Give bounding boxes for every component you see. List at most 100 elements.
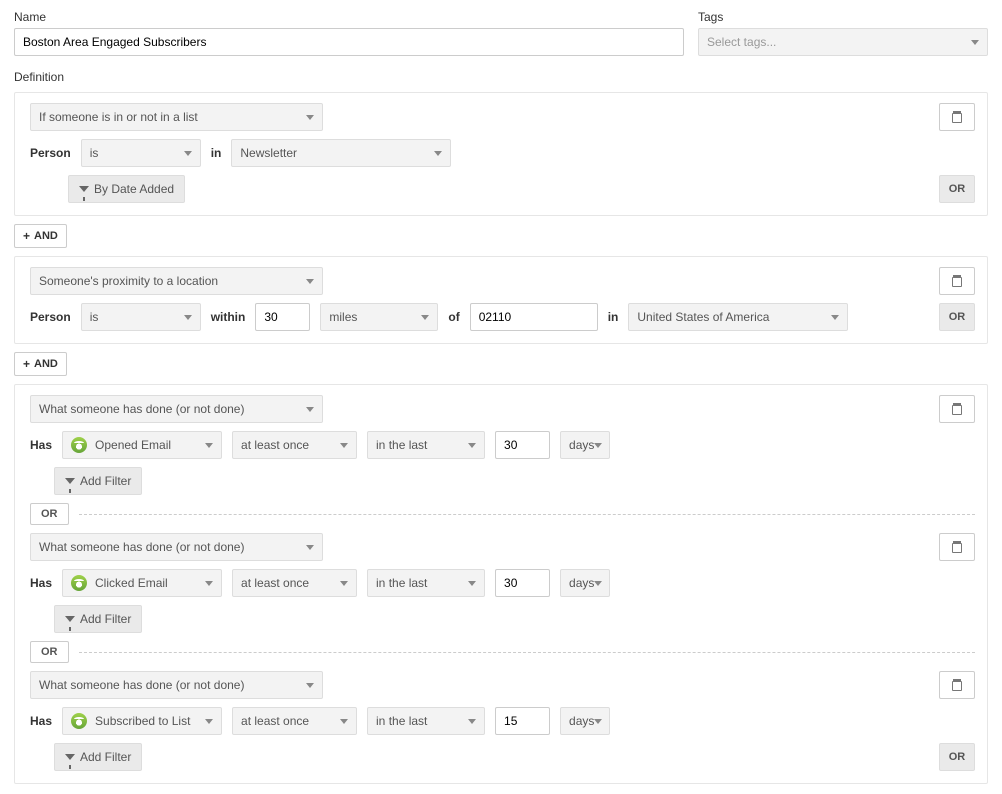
chevron-down-icon — [205, 719, 213, 724]
frequency-text: at least once — [241, 714, 309, 728]
filter-icon — [65, 478, 75, 484]
chevron-down-icon — [340, 581, 348, 586]
window-unit-select[interactable]: days — [560, 431, 610, 459]
of-label: of — [448, 310, 459, 324]
country-text: United States of America — [637, 310, 769, 324]
chevron-down-icon — [594, 443, 602, 448]
window-select[interactable]: in the last — [367, 707, 485, 735]
list-select[interactable]: Newsletter — [231, 139, 451, 167]
window-text: in the last — [376, 576, 427, 590]
name-input[interactable] — [14, 28, 684, 56]
delete-sub-button[interactable] — [939, 395, 975, 423]
chevron-down-icon — [340, 443, 348, 448]
window-unit-select[interactable]: days — [560, 569, 610, 597]
person-op-text: is — [90, 310, 99, 324]
distance-input[interactable] — [255, 303, 310, 331]
or-chip[interactable]: OR — [30, 641, 69, 663]
event-text: Subscribed to List — [95, 714, 197, 728]
tags-label: Tags — [698, 10, 988, 24]
window-value-input[interactable] — [495, 707, 550, 735]
trash-icon — [952, 679, 962, 691]
window-value-input[interactable] — [495, 431, 550, 459]
window-select[interactable]: in the last — [367, 431, 485, 459]
frequency-select[interactable]: at least once — [232, 569, 357, 597]
window-unit-text: days — [569, 714, 594, 728]
filter-icon — [65, 616, 75, 622]
or-button[interactable]: OR — [939, 303, 975, 331]
add-and-button[interactable]: + AND — [14, 224, 67, 248]
sub-condition-2: What someone has done (or not done) Has … — [30, 533, 975, 633]
and-text: AND — [34, 230, 58, 242]
window-select[interactable]: in the last — [367, 569, 485, 597]
dash-line — [79, 652, 976, 653]
add-filter-button[interactable]: Add Filter — [54, 605, 142, 633]
event-select[interactable]: Subscribed to List — [62, 707, 222, 735]
chevron-down-icon — [205, 581, 213, 586]
add-filter-text: Add Filter — [80, 474, 131, 488]
name-label: Name — [14, 10, 684, 24]
window-unit-text: days — [569, 576, 594, 590]
list-text: Newsletter — [240, 146, 297, 160]
condition-block-2: Someone's proximity to a location Person… — [14, 256, 988, 344]
name-field-group: Name — [14, 10, 684, 56]
trash-icon — [952, 111, 962, 123]
person-op-select[interactable]: is — [81, 303, 201, 331]
condition-type-text: If someone is in or not in a list — [39, 110, 198, 124]
unit-select[interactable]: miles — [320, 303, 438, 331]
window-text: in the last — [376, 714, 427, 728]
condition-type-select[interactable]: What someone has done (or not done) — [30, 533, 323, 561]
definition-label: Definition — [14, 70, 988, 84]
or-button[interactable]: OR — [939, 175, 975, 203]
delete-sub-button[interactable] — [939, 671, 975, 699]
delete-sub-button[interactable] — [939, 533, 975, 561]
window-unit-select[interactable]: days — [560, 707, 610, 735]
chevron-down-icon — [205, 443, 213, 448]
event-select[interactable]: Opened Email — [62, 431, 222, 459]
condition-type-select[interactable]: If someone is in or not in a list — [30, 103, 323, 131]
chevron-down-icon — [306, 115, 314, 120]
filter-icon — [65, 754, 75, 760]
condition-type-select[interactable]: What someone has done (or not done) — [30, 671, 323, 699]
frequency-text: at least once — [241, 438, 309, 452]
chevron-down-icon — [468, 581, 476, 586]
person-op-text: is — [90, 146, 99, 160]
or-button[interactable]: OR — [939, 743, 975, 771]
tags-select[interactable]: Select tags... — [698, 28, 988, 56]
frequency-select[interactable]: at least once — [232, 707, 357, 735]
chevron-down-icon — [594, 719, 602, 724]
window-value-input[interactable] — [495, 569, 550, 597]
person-op-select[interactable]: is — [81, 139, 201, 167]
add-filter-button[interactable]: Add Filter — [54, 743, 142, 771]
chevron-down-icon — [421, 315, 429, 320]
condition-type-select[interactable]: Someone's proximity to a location — [30, 267, 323, 295]
trash-icon — [952, 275, 962, 287]
condition-block-1: If someone is in or not in a list Person… — [14, 92, 988, 216]
event-select[interactable]: Clicked Email — [62, 569, 222, 597]
has-label: Has — [30, 714, 52, 728]
chevron-down-icon — [831, 315, 839, 320]
unit-text: miles — [329, 310, 357, 324]
country-select[interactable]: United States of America — [628, 303, 848, 331]
add-filter-button[interactable]: Add Filter — [54, 467, 142, 495]
in-label: in — [211, 146, 222, 160]
add-filter-text: Add Filter — [80, 612, 131, 626]
delete-block-button[interactable] — [939, 267, 975, 295]
frequency-select[interactable]: at least once — [232, 431, 357, 459]
condition-type-text: What someone has done (or not done) — [39, 402, 244, 416]
add-and-button[interactable]: + AND — [14, 352, 67, 376]
or-chip[interactable]: OR — [30, 503, 69, 525]
chevron-down-icon — [184, 151, 192, 156]
brand-icon — [71, 437, 87, 453]
by-date-added-button[interactable]: By Date Added — [68, 175, 185, 203]
condition-type-select[interactable]: What someone has done (or not done) — [30, 395, 323, 423]
delete-block-button[interactable] — [939, 103, 975, 131]
trash-icon — [952, 403, 962, 415]
tags-field-group: Tags Select tags... — [698, 10, 988, 56]
in-label: in — [608, 310, 619, 324]
zip-input[interactable] — [470, 303, 598, 331]
event-text: Clicked Email — [95, 576, 197, 590]
within-label: within — [211, 310, 246, 324]
condition-block-3: What someone has done (or not done) Has … — [14, 384, 988, 784]
condition-type-text: What someone has done (or not done) — [39, 540, 244, 554]
chevron-down-icon — [340, 719, 348, 724]
